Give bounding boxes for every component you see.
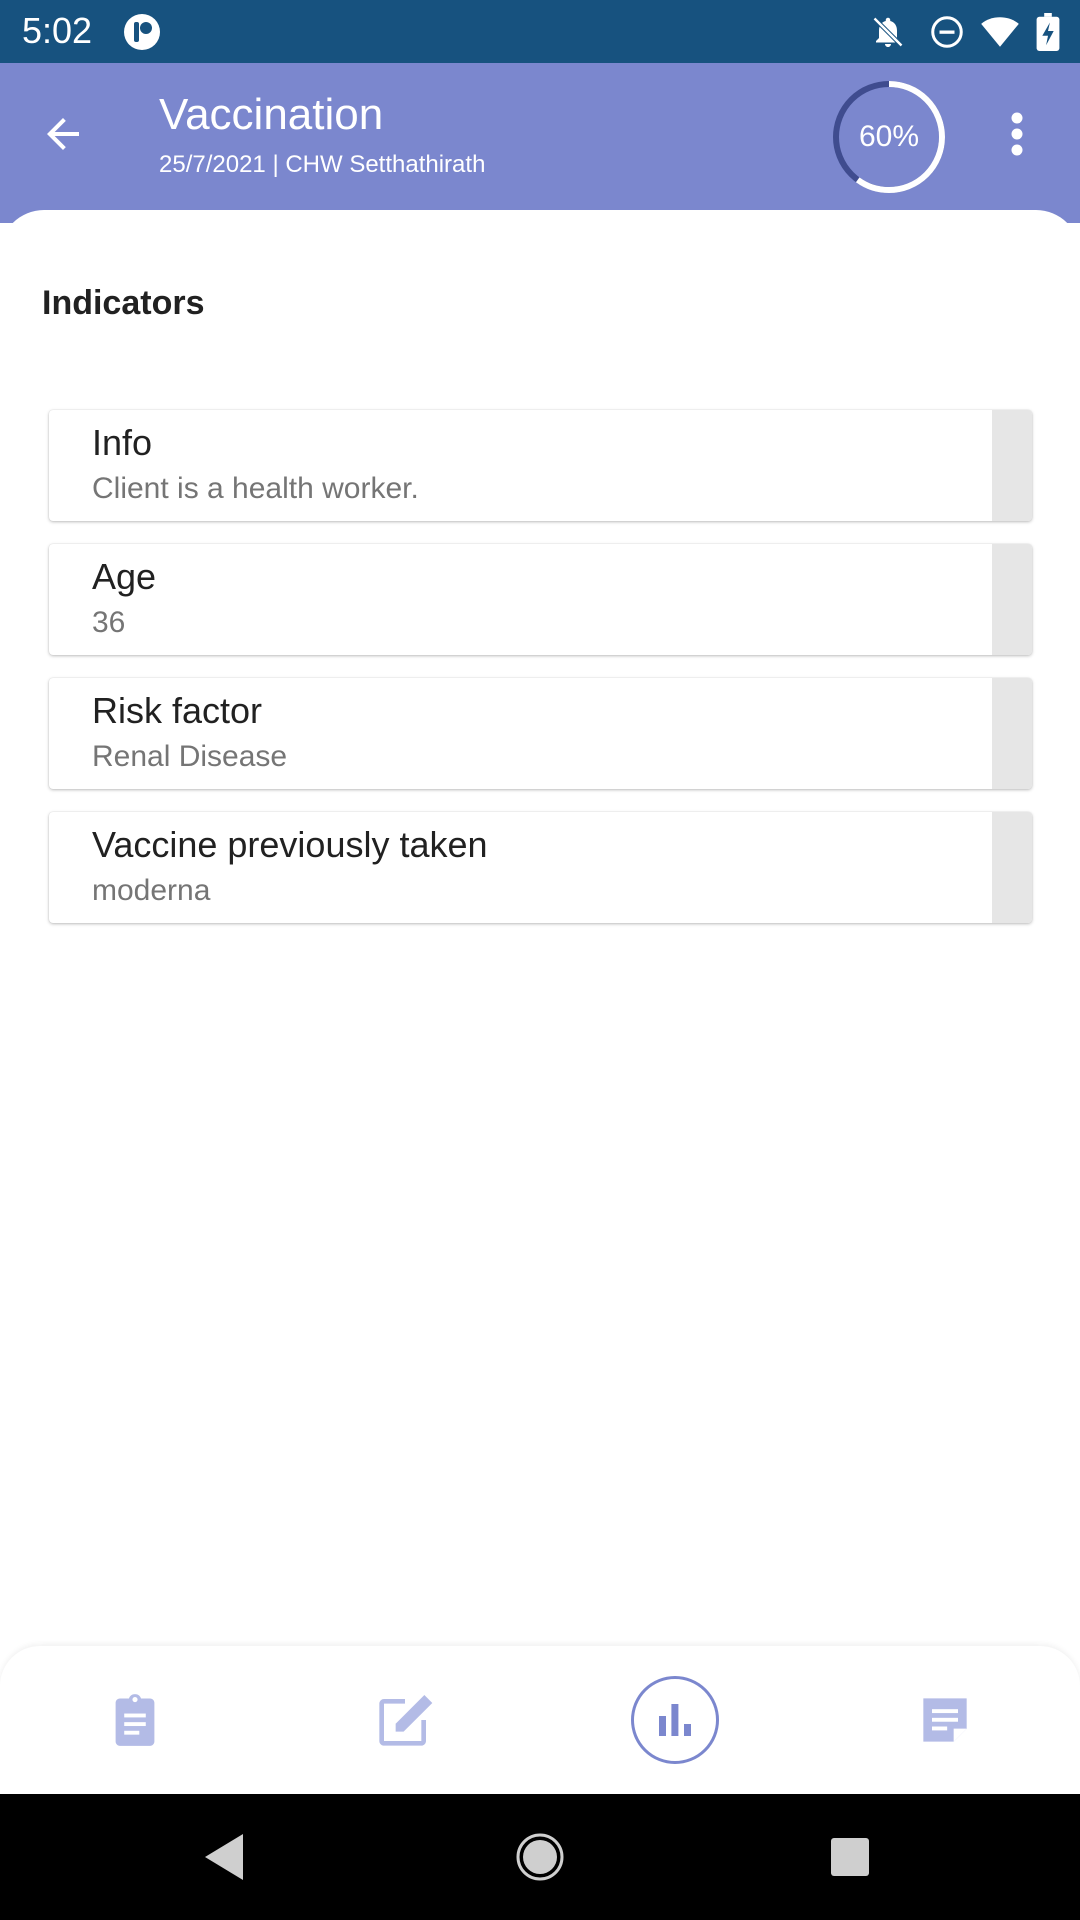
- system-home-button[interactable]: [490, 1794, 590, 1920]
- status-bar: 5:02: [0, 0, 1080, 63]
- nav-clipboard-button[interactable]: [85, 1646, 185, 1794]
- indicator-label: Vaccine previously taken: [92, 824, 488, 865]
- back-button[interactable]: [30, 101, 96, 167]
- card-side-strip: [992, 678, 1032, 789]
- card-side-strip: [992, 410, 1032, 521]
- indicator-value: Client is a health worker.: [92, 472, 419, 505]
- indicator-card[interactable]: Info Client is a health worker.: [49, 410, 1032, 521]
- home-circle-icon: [516, 1833, 564, 1881]
- system-recents-button[interactable]: [800, 1794, 900, 1920]
- indicator-list: Info Client is a health worker. Age 36 R…: [49, 410, 1032, 946]
- more-options-button[interactable]: [990, 107, 1044, 161]
- progress-percent: 60%: [858, 120, 920, 153]
- active-tab-ring: [631, 1676, 719, 1764]
- indicator-value: 36: [92, 606, 126, 639]
- card-side-strip: [992, 812, 1032, 923]
- indicator-card[interactable]: Vaccine previously taken moderna: [49, 812, 1032, 923]
- nav-indicators-button[interactable]: [625, 1646, 725, 1794]
- indicator-label: Info: [92, 422, 153, 463]
- more-vert-icon: [1011, 112, 1023, 156]
- nav-notes-button[interactable]: [895, 1646, 995, 1794]
- notes-icon: [923, 1698, 967, 1742]
- indicator-value: Renal Disease: [92, 740, 288, 773]
- indicator-value: moderna: [92, 874, 211, 907]
- battery-charging-icon: [1036, 0, 1060, 63]
- bottom-navigation: [0, 1646, 1080, 1794]
- indicator-label: Age: [92, 556, 157, 597]
- arrow-back-icon: [47, 118, 79, 150]
- nav-edit-button[interactable]: [355, 1646, 455, 1794]
- content-sheet: Indicators Info Client is a health worke…: [0, 210, 1080, 1650]
- system-back-button[interactable]: [175, 1794, 275, 1920]
- back-triangle-icon: [205, 1834, 243, 1880]
- indicator-label: Risk factor: [92, 690, 263, 731]
- wifi-icon: [980, 0, 1020, 63]
- indicator-card[interactable]: Risk factor Renal Disease: [49, 678, 1032, 789]
- edit-icon: [379, 1695, 433, 1746]
- do-not-disturb-icon: [929, 0, 965, 63]
- indicator-card[interactable]: Age 36: [49, 544, 1032, 655]
- page-title: Vaccination: [159, 90, 384, 139]
- bar-chart-icon: [659, 1704, 691, 1736]
- card-side-strip: [992, 544, 1032, 655]
- page-subtitle: 25/7/2021 | CHW Setthathirath: [159, 151, 486, 178]
- notifications-off-icon: [870, 0, 906, 63]
- app-header: Vaccination 25/7/2021 | CHW Setthathirat…: [0, 63, 1080, 223]
- status-time: 5:02: [22, 10, 93, 51]
- app-notification-icon: [122, 0, 162, 63]
- section-title: Indicators: [42, 284, 205, 322]
- recents-square-icon: [831, 1838, 869, 1876]
- system-navigation-bar: [0, 1794, 1080, 1920]
- clipboard-icon: [115, 1694, 155, 1746]
